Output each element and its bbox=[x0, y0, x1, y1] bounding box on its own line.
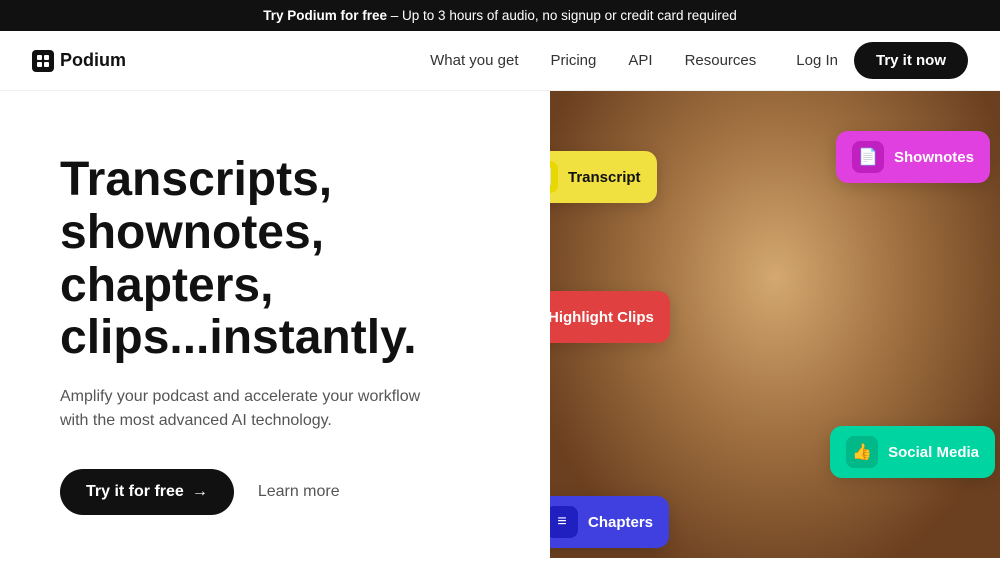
try-free-button[interactable]: Try it for free → bbox=[60, 469, 234, 515]
highlight-label: Highlight Clips bbox=[550, 309, 654, 326]
logo-text: Podium bbox=[60, 50, 126, 71]
hero-left: Transcripts, shownotes, chapters, clips.… bbox=[0, 91, 550, 558]
transcript-icon: 📊 bbox=[550, 161, 558, 193]
try-free-arrow: → bbox=[192, 483, 208, 501]
login-button[interactable]: Log In bbox=[796, 52, 838, 69]
learn-more-button[interactable]: Learn more bbox=[258, 483, 340, 501]
hero-title: Transcripts, shownotes, chapters, clips.… bbox=[60, 154, 518, 365]
shownotes-label: Shownotes bbox=[894, 149, 974, 166]
try-free-label: Try it for free bbox=[86, 483, 184, 501]
banner-rest-text: – Up to 3 hours of audio, no signup or c… bbox=[387, 8, 737, 23]
nav-link-api[interactable]: API bbox=[628, 52, 652, 69]
badge-highlight-clips: 💬 Highlight Clips bbox=[550, 291, 670, 343]
nav-link-pricing[interactable]: Pricing bbox=[551, 52, 597, 69]
chapters-icon: ≡ bbox=[550, 506, 578, 538]
banner-bold-text: Try Podium for free bbox=[263, 8, 387, 23]
promo-banner: Try Podium for free – Up to 3 hours of a… bbox=[0, 0, 1000, 31]
try-now-button[interactable]: Try it now bbox=[854, 42, 968, 79]
hero-right: 📊 Transcript 📄 Shownotes 💬 Highlight Cli… bbox=[550, 91, 1000, 558]
nav-link-resources[interactable]: Resources bbox=[685, 52, 757, 69]
social-icon: 👍 bbox=[846, 436, 878, 468]
chapters-label: Chapters bbox=[588, 514, 653, 531]
hero-subtitle: Amplify your podcast and accelerate your… bbox=[60, 385, 440, 433]
nav-actions: Log In Try it now bbox=[796, 42, 968, 79]
hero-image: 📊 Transcript 📄 Shownotes 💬 Highlight Cli… bbox=[550, 91, 1000, 558]
logo[interactable]: Podium bbox=[32, 50, 126, 72]
transcript-label: Transcript bbox=[568, 169, 641, 186]
logo-svg bbox=[36, 54, 50, 68]
badge-social-media: 👍 Social Media bbox=[830, 426, 995, 478]
hero-cta: Try it for free → Learn more bbox=[60, 469, 518, 515]
badge-shownotes: 📄 Shownotes bbox=[836, 131, 990, 183]
badge-chapters: ≡ Chapters bbox=[550, 496, 669, 548]
hero-section: Transcripts, shownotes, chapters, clips.… bbox=[0, 91, 1000, 558]
badge-transcript: 📊 Transcript bbox=[550, 151, 657, 203]
navbar: Podium What you get Pricing API Resource… bbox=[0, 31, 1000, 91]
shownotes-icon: 📄 bbox=[852, 141, 884, 173]
nav-link-what-you-get[interactable]: What you get bbox=[430, 52, 518, 69]
logo-icon bbox=[32, 50, 54, 72]
nav-links: What you get Pricing API Resources bbox=[430, 52, 756, 70]
social-label: Social Media bbox=[888, 444, 979, 461]
